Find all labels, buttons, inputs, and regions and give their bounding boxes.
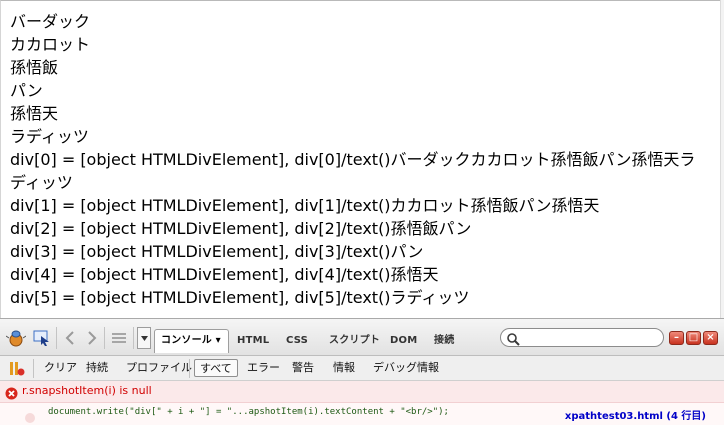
text-line: 孫悟飯 xyxy=(10,58,59,77)
tab-css[interactable]: CSS xyxy=(286,331,308,351)
close-icon[interactable]: × xyxy=(703,331,718,345)
text-line: ラディッツ xyxy=(10,127,89,146)
filter-warnings-button[interactable]: 警告 xyxy=(292,359,314,377)
text-line: div[1] = [object HTMLDivElement], div[1]… xyxy=(10,196,600,215)
filter-debug-button[interactable]: デバッグ情報 xyxy=(373,359,439,377)
menu-icon[interactable] xyxy=(137,327,151,349)
error-source-code: document.write("div[" + i + "] = "...aps… xyxy=(48,407,449,417)
tab-net[interactable]: 接続 xyxy=(434,331,454,351)
inspect-icon[interactable] xyxy=(31,328,53,348)
error-source-row: document.write("div[" + i + "] = "...aps… xyxy=(0,403,724,425)
firebug-panel: コンソール ▾ HTML CSS スクリプト DOM 接続 – □ × クリア … xyxy=(0,318,724,442)
text-line: ディッツ xyxy=(10,173,73,192)
text-line: div[0] = [object HTMLDivElement], div[0]… xyxy=(10,150,696,169)
forward-icon[interactable] xyxy=(81,328,103,348)
page-scrollbar[interactable] xyxy=(720,0,724,318)
text-line: div[3] = [object HTMLDivElement], div[3]… xyxy=(10,242,424,261)
firebug-toolbar: コンソール ▾ HTML CSS スクリプト DOM 接続 – □ × xyxy=(0,318,724,356)
pause-icon[interactable] xyxy=(9,361,25,381)
minimize-icon[interactable]: – xyxy=(669,331,684,345)
error-row[interactable]: r.snapshotItem(i) is null xyxy=(0,381,724,403)
persist-button[interactable]: 持続 xyxy=(86,359,108,377)
filter-errors-button[interactable]: エラー xyxy=(247,359,280,377)
firebug-icon[interactable] xyxy=(5,328,27,348)
source-file-link[interactable]: xpathtest03.html (4 行目) xyxy=(565,407,706,422)
profile-button[interactable]: プロファイル xyxy=(126,359,192,377)
console-log: r.snapshotItem(i) is null document.write… xyxy=(0,381,724,442)
filter-info-button[interactable]: 情報 xyxy=(333,359,355,377)
text-line: カカロット xyxy=(10,35,91,54)
restore-icon[interactable]: □ xyxy=(686,331,701,345)
tab-dom[interactable]: DOM xyxy=(390,331,417,351)
tab-script[interactable]: スクリプト xyxy=(329,331,380,351)
tab-console[interactable]: コンソール ▾ xyxy=(154,329,229,353)
filter-all-button[interactable]: すべて xyxy=(194,359,238,377)
text-line: パン xyxy=(10,81,43,100)
list-icon[interactable] xyxy=(108,328,130,348)
text-line: div[4] = [object HTMLDivElement], div[4]… xyxy=(10,265,439,284)
breakpoint-icon[interactable] xyxy=(24,409,36,428)
console-toolbar: クリア 持続 プロファイル すべて エラー 警告 情報 デバッグ情報 xyxy=(0,356,724,381)
error-icon xyxy=(5,385,18,404)
text-line: 孫悟天 xyxy=(10,104,59,123)
text-line: バーダック xyxy=(10,12,91,31)
error-message: r.snapshotItem(i) is null xyxy=(22,384,152,397)
back-icon[interactable] xyxy=(59,328,81,348)
page-content: バーダック カカロット 孫悟飯 パン 孫悟天 ラディッツ div[0] = [o… xyxy=(0,0,724,318)
text-line: div[2] = [object HTMLDivElement], div[2]… xyxy=(10,219,472,238)
search-icon xyxy=(506,331,520,350)
text-line: div[5] = [object HTMLDivElement], div[5]… xyxy=(10,288,470,307)
clear-button[interactable]: クリア xyxy=(44,359,77,377)
search-input[interactable] xyxy=(500,328,664,347)
tab-html[interactable]: HTML xyxy=(237,331,269,351)
